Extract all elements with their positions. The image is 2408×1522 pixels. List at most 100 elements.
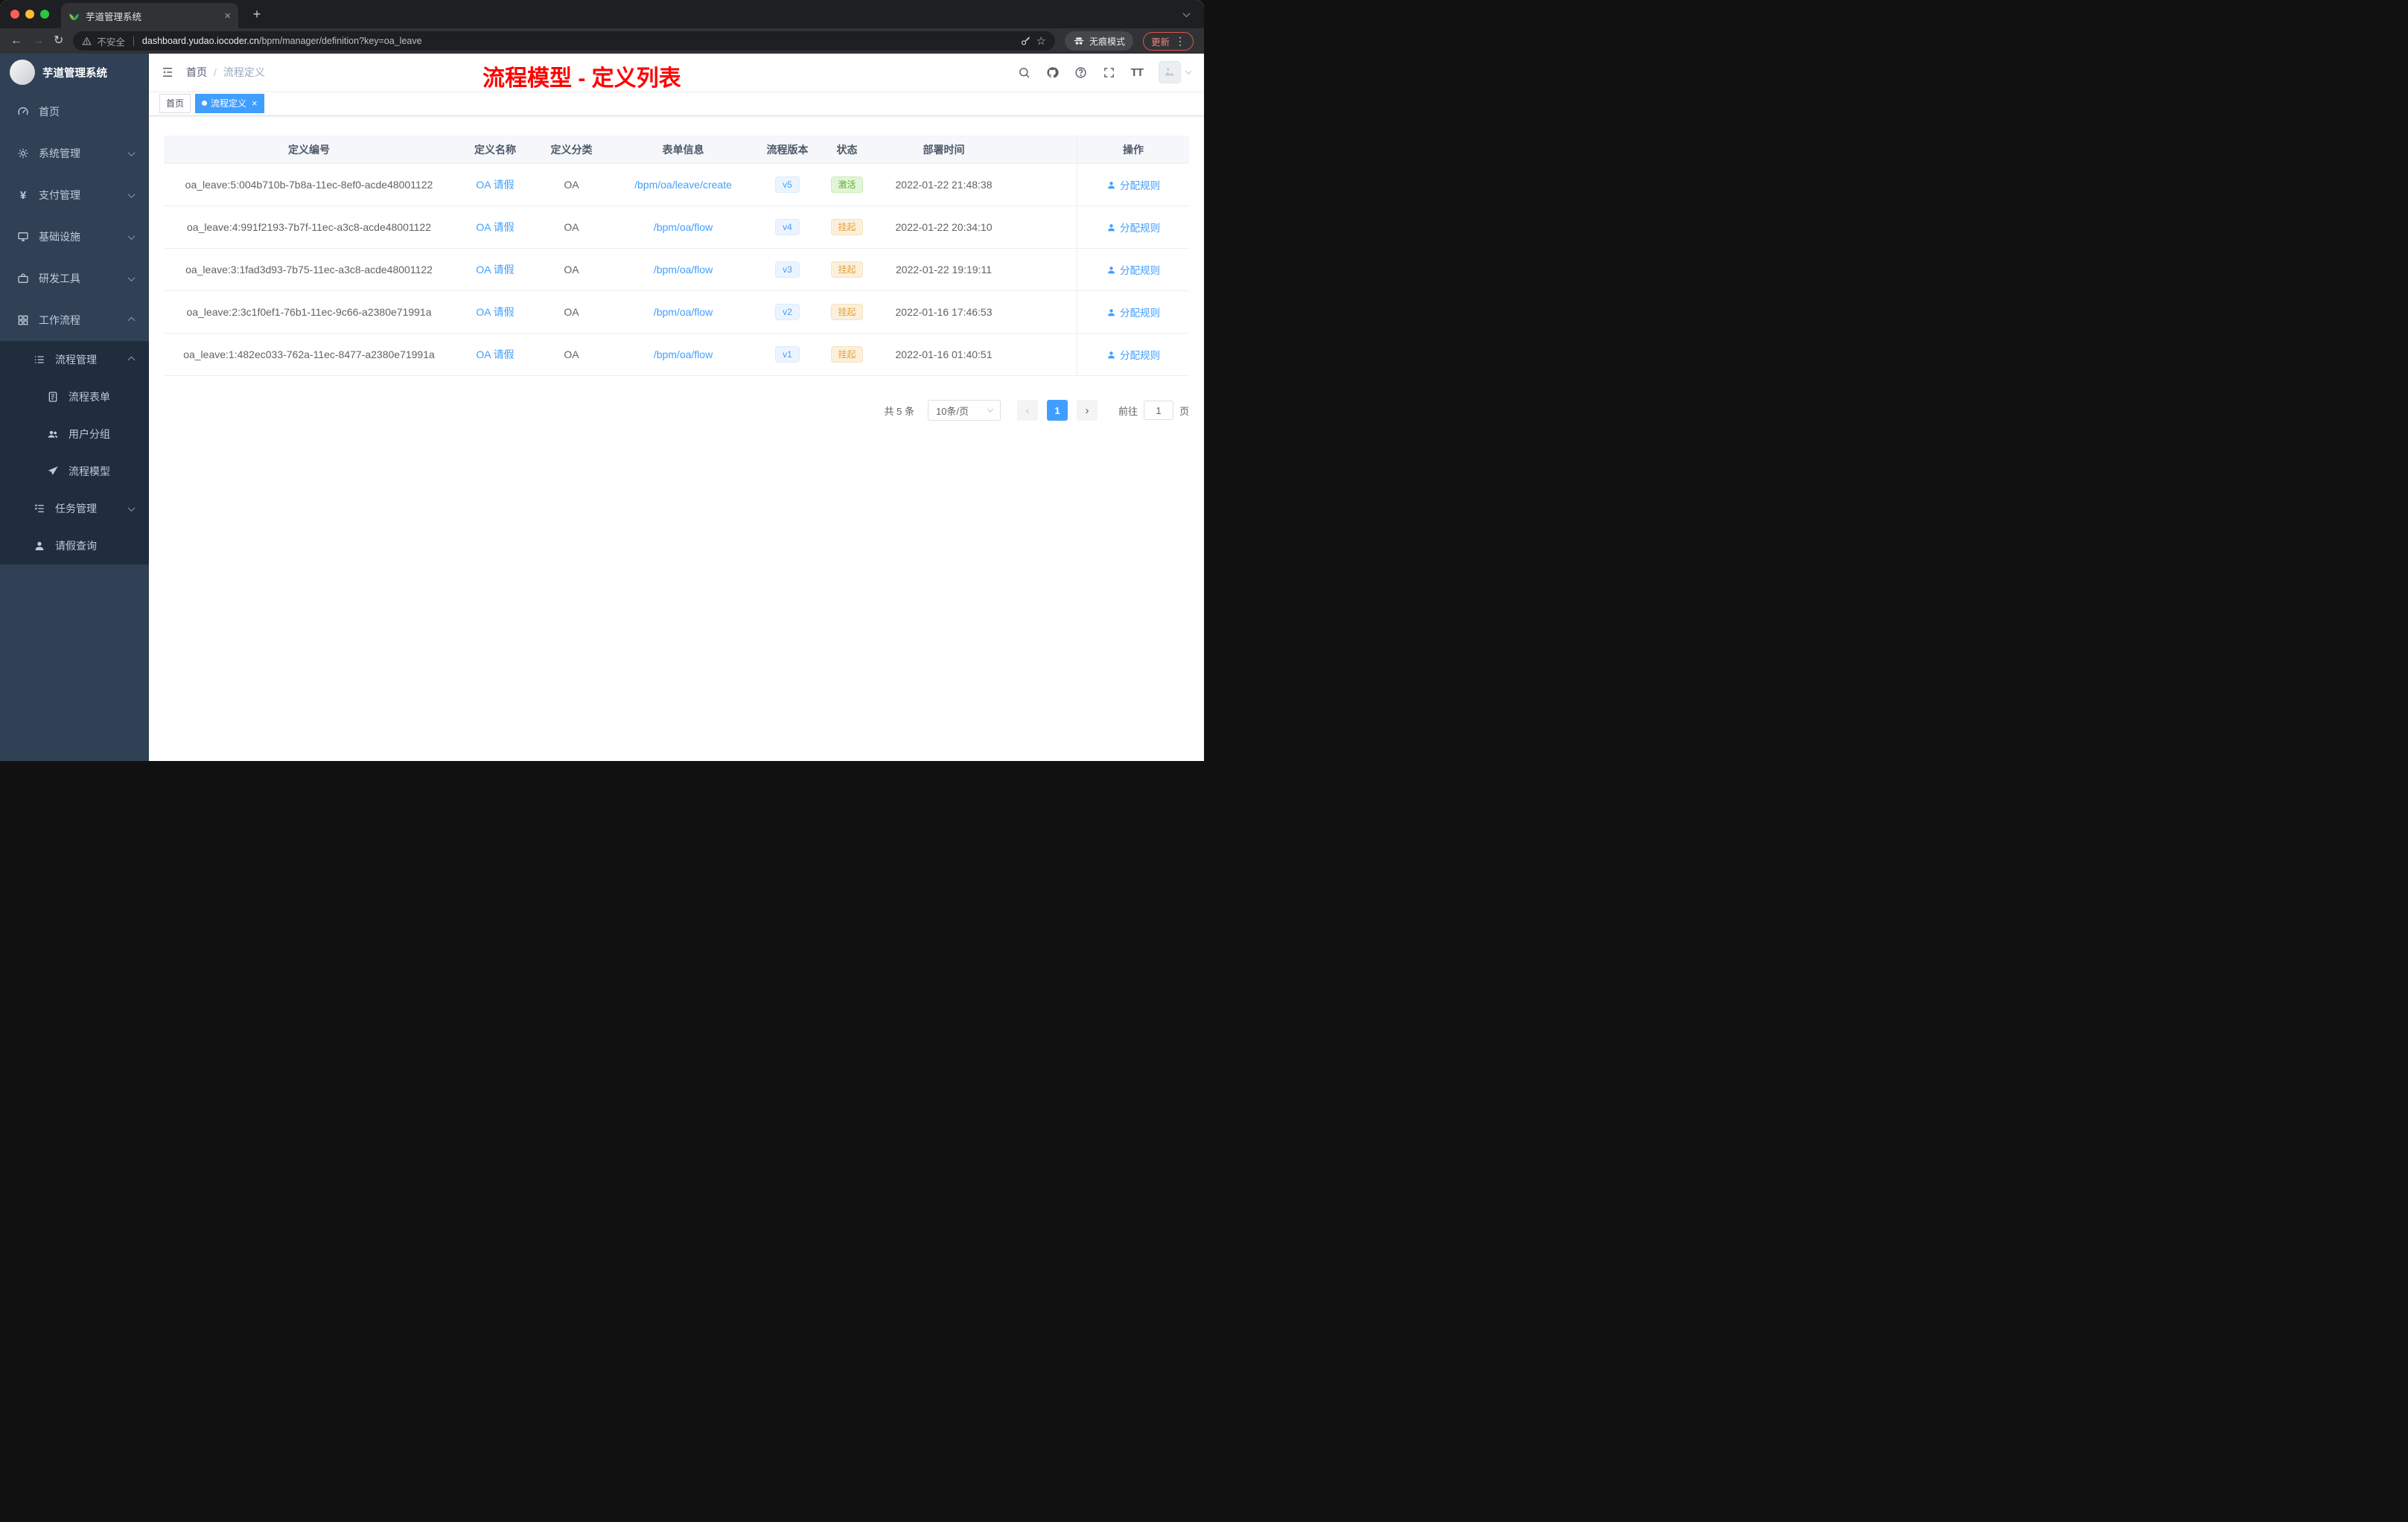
browser-toolbar: ← → ↻ 不安全 dashboard.yudao.iocoder.cn/bpm… [0, 28, 1204, 54]
sidebar-item-infrastructure[interactable]: 基础设施 [0, 216, 149, 258]
back-button[interactable]: ← [10, 35, 22, 47]
update-button[interactable]: 更新 ⋮ [1142, 31, 1194, 51]
help-icon[interactable] [1074, 66, 1087, 79]
app-logo[interactable]: 芋道管理系统 [0, 54, 149, 91]
column-header: 定义分类 [550, 143, 593, 156]
cell-deploy-time: 2022-01-16 17:46:53 [895, 306, 993, 318]
security-label[interactable]: 不安全 [97, 34, 125, 48]
task-icon [33, 503, 46, 515]
yen-icon: ¥ [19, 188, 27, 202]
browser-menu-icon[interactable]: ⋮ [1175, 35, 1185, 48]
dashboard-icon [16, 106, 30, 118]
chevron-down-icon [127, 190, 136, 198]
paper-plane-icon [46, 465, 60, 477]
new-tab-button[interactable]: + [247, 4, 267, 24]
users-icon [46, 428, 60, 440]
tab-close-icon[interactable]: × [224, 10, 231, 22]
tag-home[interactable]: 首页 [159, 93, 191, 113]
breadcrumb-home[interactable]: 首页 [186, 65, 207, 80]
sidebar-item-process-management[interactable]: 流程管理 [0, 341, 149, 378]
form-link[interactable]: /bpm/oa/flow [654, 306, 713, 318]
document-icon [46, 391, 60, 403]
browser-tab[interactable]: 芋道管理系统 × [61, 3, 238, 28]
definition-name-link[interactable]: OA 请假 [476, 262, 514, 277]
forward-button[interactable]: → [32, 35, 44, 47]
bookmark-star-icon[interactable]: ☆ [1036, 34, 1046, 48]
column-header: 定义名称 [474, 143, 516, 156]
cell-category: OA [564, 221, 579, 233]
sidebar-item-leave-query[interactable]: 请假查询 [0, 527, 149, 564]
tag-process-definition[interactable]: 流程定义 × [195, 93, 264, 113]
user-menu[interactable] [1159, 61, 1192, 83]
form-link[interactable]: /bpm/oa/leave/create [634, 179, 732, 191]
address-bar[interactable]: 不安全 dashboard.yudao.iocoder.cn/bpm/manag… [73, 31, 1055, 51]
definition-name-link[interactable]: OA 请假 [476, 305, 514, 319]
prev-page-button[interactable]: ‹ [1016, 400, 1038, 421]
form-link[interactable]: /bpm/oa/flow [654, 264, 713, 276]
window-minimize-button[interactable] [25, 10, 34, 19]
column-header: 表单信息 [662, 143, 704, 156]
version-badge: v5 [775, 176, 800, 193]
chevron-down-icon [127, 232, 136, 240]
sidebar-menu: 首页 系统管理 ¥ 支付管理 基础设施 研发工具 工作流程 流程管理 流程表单 … [0, 91, 149, 564]
person-icon [1108, 308, 1115, 316]
fullscreen-icon[interactable] [1103, 66, 1115, 79]
sidebar-item-devtools[interactable]: 研发工具 [0, 258, 149, 299]
chevron-down-icon [127, 273, 136, 281]
toolbox-icon [16, 273, 30, 284]
cell-category: OA [564, 264, 579, 276]
assign-rule-link[interactable]: 分配规则 [1106, 262, 1160, 277]
status-badge: 挂起 [831, 261, 863, 278]
sidebar-item-home[interactable]: 首页 [0, 91, 149, 133]
app-navbar: 首页 / 流程定义 流程模型 - 定义列表 TT [149, 54, 1204, 91]
url-text: dashboard.yudao.iocoder.cn/bpm/manager/d… [141, 36, 422, 46]
window-zoom-button[interactable] [40, 10, 49, 19]
update-label: 更新 [1150, 36, 1170, 48]
window-close-button[interactable] [10, 10, 19, 19]
cell-category: OA [564, 179, 579, 191]
font-size-icon[interactable]: TT [1131, 66, 1144, 79]
sidebar-toggle-icon[interactable] [149, 66, 186, 79]
total-count: 共 5 条 [884, 405, 914, 417]
next-page-button[interactable]: › [1076, 400, 1098, 421]
tag-close-icon[interactable]: × [252, 98, 258, 109]
github-icon[interactable] [1046, 66, 1059, 79]
search-icon[interactable] [1018, 66, 1031, 79]
sidebar-item-process-form[interactable]: 流程表单 [0, 378, 149, 415]
tags-view: 首页 流程定义 × [149, 91, 1204, 116]
person-icon [1108, 223, 1115, 231]
table-row: oa_leave:1:482ec033-762a-11ec-8477-a2380… [164, 334, 1189, 376]
cell-deploy-time: 2022-01-22 19:19:11 [896, 264, 992, 276]
form-link[interactable]: /bpm/oa/flow [654, 348, 713, 360]
column-header: 状态 [836, 143, 858, 156]
table-row: oa_leave:4:991f2193-7b7f-11ec-a3c8-acde4… [164, 206, 1189, 249]
sidebar-item-task-management[interactable]: 任务管理 [0, 490, 149, 527]
chevron-down-icon [127, 148, 136, 156]
definition-name-link[interactable]: OA 请假 [476, 177, 514, 192]
assign-rule-link[interactable]: 分配规则 [1106, 220, 1160, 235]
assign-rule-link[interactable]: 分配规则 [1106, 177, 1160, 192]
column-header: 流程版本 [766, 143, 809, 156]
sidebar-item-workflow[interactable]: 工作流程 [0, 299, 149, 341]
sidebar-item-system[interactable]: 系统管理 [0, 133, 149, 174]
page-number-current[interactable]: 1 [1046, 400, 1068, 421]
page-size-select[interactable]: 10条/页 [927, 400, 1001, 421]
definition-name-link[interactable]: OA 请假 [476, 347, 514, 362]
form-link[interactable]: /bpm/oa/flow [654, 221, 713, 233]
assign-rule-link[interactable]: 分配规则 [1106, 347, 1160, 362]
password-key-icon[interactable] [1020, 36, 1031, 47]
browser-window: 芋道管理系统 × + ← → ↻ 不安全 dashboard.yudao.ioc… [0, 0, 1204, 761]
incognito-icon [1074, 37, 1084, 45]
goto-page-input[interactable] [1143, 401, 1173, 420]
cell-definition-id: oa_leave:5:004b710b-7b8a-11ec-8ef0-acde4… [185, 179, 433, 191]
assign-rule-link[interactable]: 分配规则 [1106, 305, 1160, 319]
reload-button[interactable]: ↻ [54, 35, 63, 47]
sidebar-item-payment[interactable]: ¥ 支付管理 [0, 174, 149, 216]
definition-name-link[interactable]: OA 请假 [476, 220, 514, 235]
chevron-up-icon [127, 316, 136, 324]
page-content: 定义编号 定义名称 定义分类 表单信息 流程版本 状态 部署时间 操作 oa_l… [149, 116, 1204, 761]
sidebar-item-process-model[interactable]: 流程模型 [0, 453, 149, 490]
sidebar-item-user-group[interactable]: 用户分组 [0, 415, 149, 453]
cell-definition-id: oa_leave:1:482ec033-762a-11ec-8477-a2380… [183, 348, 435, 360]
tab-search-button[interactable] [1182, 7, 1191, 21]
